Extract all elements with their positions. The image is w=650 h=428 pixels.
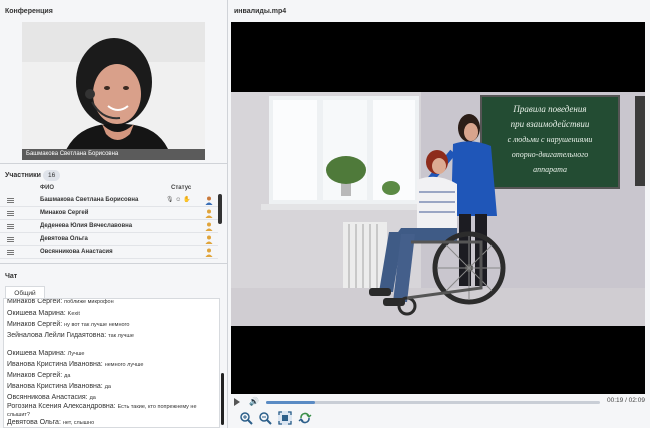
board-text-line: опорно-двигательного xyxy=(512,150,589,159)
user-icon xyxy=(205,209,213,218)
chat-message: Иванова Кристина Ивановна: немного лучше xyxy=(7,360,219,370)
progress-bar[interactable] xyxy=(266,401,600,404)
zoom-out-icon[interactable] xyxy=(258,411,272,425)
conference-panel: Конференция Башмакова Светлана Борисовна xyxy=(0,0,228,163)
status-icons: 🎙 ☺ ✋ xyxy=(166,197,191,203)
video-area[interactable]: Правила поведения при взаимодействии с л… xyxy=(231,22,645,394)
progress-fill xyxy=(266,401,316,404)
board-text-line: при взаимодействии xyxy=(511,119,590,129)
message-author: Иванова Кристина Ивановна: xyxy=(7,361,103,368)
message-author: Рогозина Ксения Александровна: xyxy=(7,403,116,410)
message-text: Лучше xyxy=(67,351,85,357)
message-author: Окишева Марина: xyxy=(7,310,66,317)
participants-header: ФИО Статус xyxy=(0,185,228,194)
chat-message: Зейналова Лейли Гидаятовна: так лучше xyxy=(7,331,219,341)
message-text: Kexit xyxy=(67,311,80,317)
video-frame: Правила поведения при взаимодействии с л… xyxy=(231,92,645,326)
volume-icon[interactable]: 🔊 xyxy=(249,397,259,407)
message-author: Минаков Сергей: xyxy=(7,321,63,328)
drag-handle-icon[interactable] xyxy=(7,237,14,242)
chat-panel: Чат Общий Минаков Сергей: поближе микроф… xyxy=(0,263,228,428)
chat-message: Минаков Сергей: да xyxy=(7,371,219,381)
column-fio: ФИО xyxy=(40,185,55,191)
chat-message: Минаков Сергей: ну вот так лучше немного xyxy=(7,320,219,330)
speaker-name-label: Башмакова Светлана Борисовна xyxy=(22,149,205,160)
participant-row[interactable]: Девятова Ольга xyxy=(0,233,218,246)
drag-handle-icon[interactable] xyxy=(7,224,14,229)
play-icon[interactable] xyxy=(234,398,240,406)
participants-scrollbar[interactable] xyxy=(218,194,222,224)
chat-message: Овсянникова Анастасия: да xyxy=(7,393,219,403)
user-icon xyxy=(205,235,213,244)
message-author: Минаков Сергей: xyxy=(7,298,63,305)
chat-message: Рогозина Ксения Александровна: Есть таки… xyxy=(7,403,219,419)
video-controls: 🔊 00:19 / 02:09 xyxy=(231,396,645,409)
chat-message: Девятова Ольга: нет, слышно xyxy=(7,418,219,427)
participant-row[interactable]: Овсянникова Анастасия xyxy=(0,246,218,259)
participants-title: Участники xyxy=(5,172,41,179)
board-text-line: с людьми с нарушениями xyxy=(508,135,593,144)
user-icon xyxy=(205,248,213,257)
chat-message: Минаков Сергей: поближе микрофон xyxy=(7,298,219,307)
drag-handle-icon[interactable] xyxy=(7,198,14,203)
chat-messages[interactable]: Минаков Сергей: поближе микрофон Окишева… xyxy=(3,298,220,428)
chat-scrollbar[interactable] xyxy=(221,373,224,425)
message-author: Минаков Сергей: xyxy=(7,372,63,379)
webcam-image xyxy=(22,22,205,160)
zoom-toolbar xyxy=(231,410,645,426)
board-text-line: Правила поведения xyxy=(512,104,586,114)
webcam-video[interactable]: Башмакова Светлана Борисовна xyxy=(22,22,205,160)
column-status: Статус xyxy=(171,185,192,191)
participant-row[interactable]: Минаков Сергей xyxy=(0,207,218,220)
message-author: Окишева Марина: xyxy=(7,350,66,357)
participant-row[interactable]: Деденева Юлия Вячеславовна xyxy=(0,220,218,233)
chat-title: Чат xyxy=(5,273,18,280)
message-text: да xyxy=(104,384,111,390)
message-text: да xyxy=(64,373,71,379)
chat-message: Окишева Марина: Лучше xyxy=(7,349,219,359)
chat-message: Окишева Марина: Kexit xyxy=(7,309,219,319)
participant-name: Минаков Сергей xyxy=(40,210,89,216)
user-icon xyxy=(205,222,213,231)
message-text: поближе микрофон xyxy=(64,299,114,305)
message-text: да xyxy=(89,395,96,401)
message-author: Иванова Кристина Ивановна: xyxy=(7,383,103,390)
video-player-panel: инвалиды.mp4 Правила поведения при взаим… xyxy=(228,0,650,428)
fit-to-screen-icon[interactable] xyxy=(278,411,292,425)
message-text: нет, слышно xyxy=(62,420,95,426)
participants-count-badge: 16 xyxy=(43,170,61,181)
zoom-in-icon[interactable] xyxy=(239,411,253,425)
board-text-line: аппарата xyxy=(533,165,567,174)
video-title: инвалиды.mp4 xyxy=(234,8,287,15)
message-author: Девятова Ольга: xyxy=(7,419,61,426)
message-text: ну вот так лучше немного xyxy=(64,322,130,328)
participant-name: Башмакова Светлана Борисовна xyxy=(40,197,139,203)
time-readout: 00:19 / 02:09 xyxy=(607,397,645,404)
message-author: Зейналова Лейли Гидаятовна: xyxy=(7,332,107,339)
participants-panel: Участники 16 ФИО Статус Башмакова Светла… xyxy=(0,163,228,263)
participant-name: Деденева Юлия Вячеславовна xyxy=(40,223,133,229)
refresh-icon[interactable] xyxy=(298,411,312,425)
drag-handle-icon[interactable] xyxy=(7,250,14,255)
participant-name: Девятова Ольга xyxy=(40,236,88,242)
participant-name: Овсянникова Анастасия xyxy=(40,249,113,255)
message-text: немного лучше xyxy=(104,362,144,368)
message-text: так лучше xyxy=(108,333,134,339)
chat-message: Иванова Кристина Ивановна: да xyxy=(7,382,219,392)
participant-row[interactable]: Башмакова Светлана Борисовна 🎙 ☺ ✋ xyxy=(0,194,218,207)
user-icon xyxy=(205,196,213,205)
drag-handle-icon[interactable] xyxy=(7,211,14,216)
message-author: Овсянникова Анастасия: xyxy=(7,394,88,401)
conference-title: Конференция xyxy=(5,8,53,15)
